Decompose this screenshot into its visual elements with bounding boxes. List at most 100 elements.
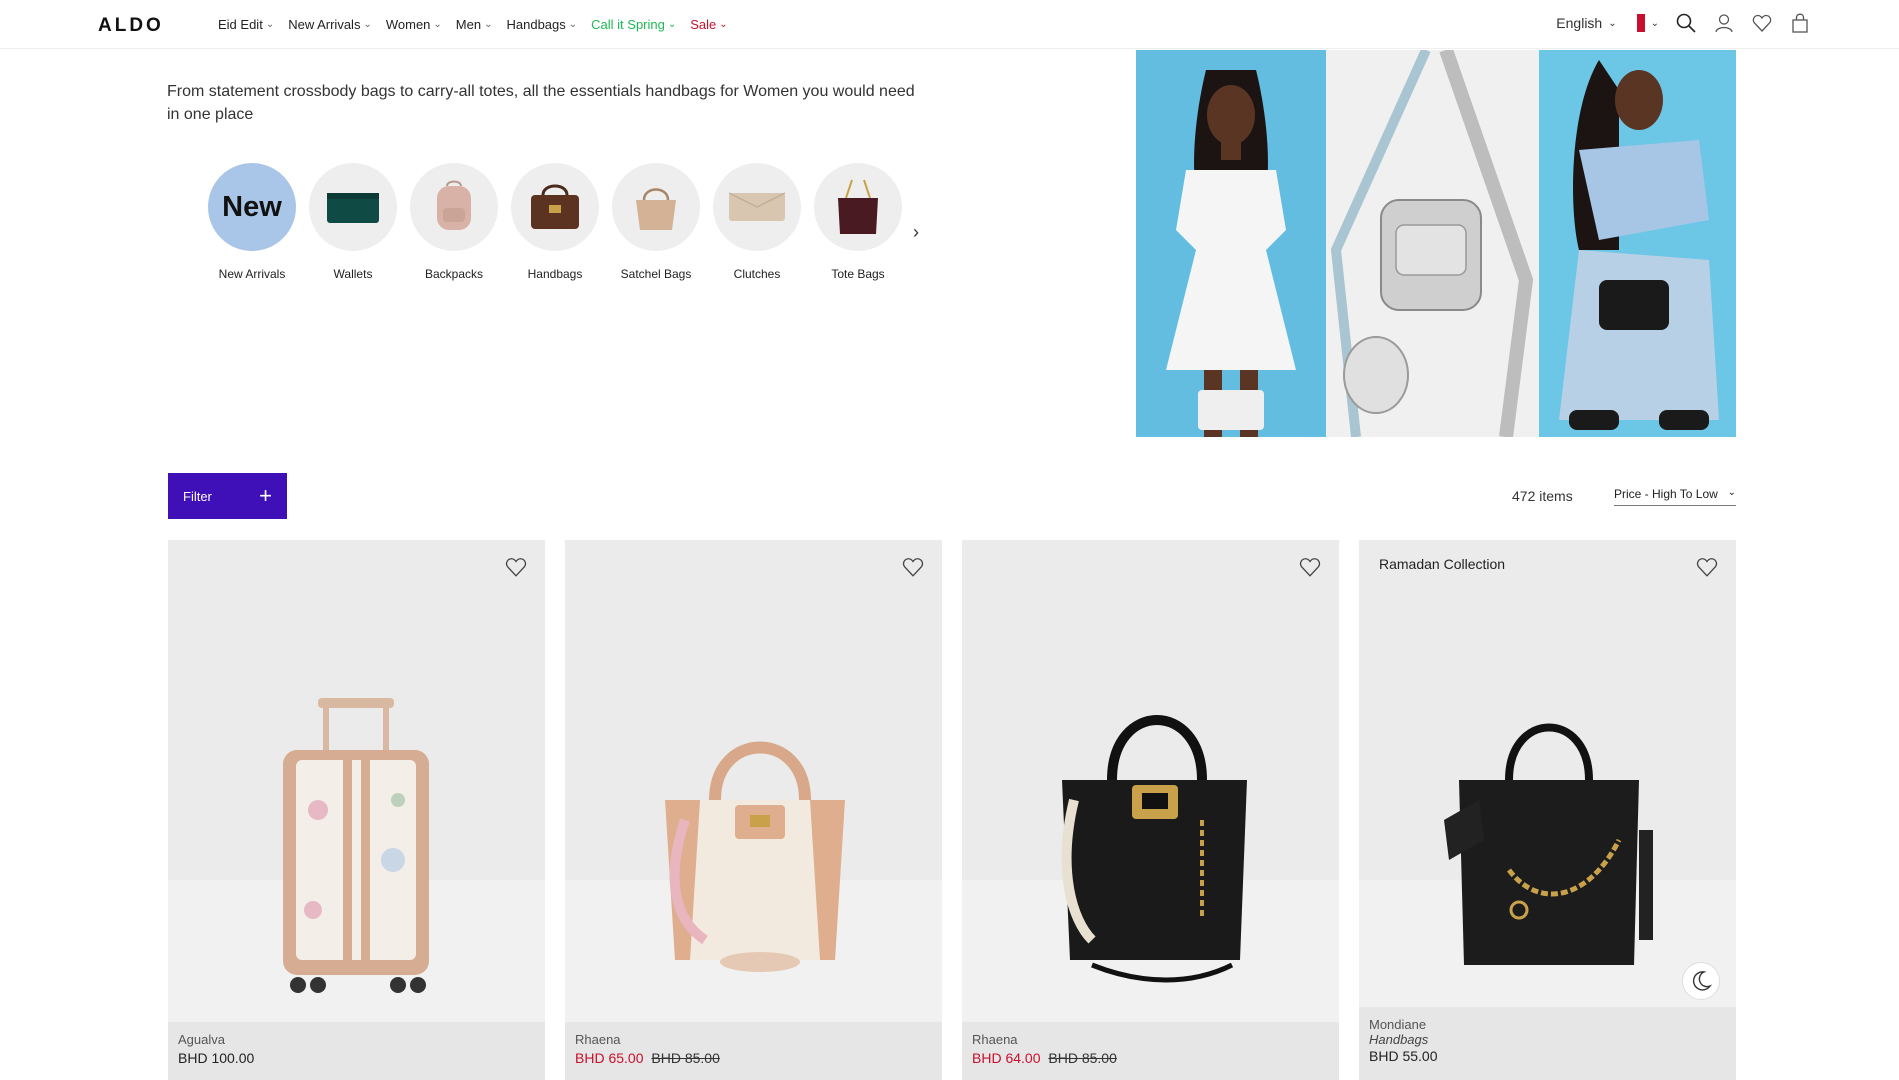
- filter-label: Filter: [183, 488, 212, 504]
- carousel-next-icon[interactable]: ›: [913, 222, 919, 243]
- product-info: Rhaena BHD 65.00 BHD 85.00: [565, 1022, 942, 1080]
- wishlist-heart-icon[interactable]: [1696, 556, 1718, 578]
- wishlist-heart-icon[interactable]: [505, 556, 527, 578]
- product-image-cream-handbag: [565, 580, 942, 1020]
- nav-label: Women: [385, 17, 431, 32]
- product-sale-price: BHD 65.00: [575, 1050, 644, 1066]
- product-prices: BHD 55.00: [1369, 1048, 1726, 1064]
- product-price: BHD 100.00: [178, 1050, 255, 1066]
- collection-badge: Ramadan Collection: [1379, 556, 1506, 572]
- aldo-logo[interactable]: ALDO: [98, 15, 164, 37]
- nav-new-arrivals[interactable]: New Arrivals ⌄: [288, 17, 372, 32]
- chevron-down-icon: ⌄: [667, 19, 677, 30]
- product-name[interactable]: Rhaena: [575, 1032, 932, 1047]
- product-name[interactable]: Rhaena: [972, 1032, 1329, 1047]
- category-backpacks[interactable]: Backpacks: [410, 163, 498, 281]
- wishlist-heart-icon[interactable]: [1299, 556, 1321, 578]
- hero-banner: [1136, 50, 1736, 437]
- chevron-down-icon: ⌄: [719, 19, 728, 30]
- hero-silver-bag-image: [1326, 50, 1539, 437]
- product-info: Mondiane Handbags BHD 55.00: [1359, 1007, 1736, 1080]
- chevron-down-icon: ⌄: [1650, 17, 1659, 29]
- tote-thumbnail: [814, 163, 902, 251]
- sort-label: Price - High To Low: [1614, 487, 1718, 501]
- chevron-down-icon: ⌄: [1727, 487, 1736, 498]
- wishlist-icon[interactable]: [1751, 12, 1773, 34]
- nav-label: Sale: [690, 17, 717, 32]
- category-label: Satchel Bags: [620, 267, 692, 281]
- product-sale-price: BHD 64.00: [972, 1050, 1041, 1066]
- product-info: Rhaena BHD 64.00 BHD 85.00: [962, 1022, 1339, 1080]
- product-image-black-handbag: [962, 580, 1339, 1020]
- category-thumb-new: New: [208, 163, 296, 251]
- product-name[interactable]: Agualva: [178, 1032, 535, 1047]
- site-header: ALDO Eid Edit ⌄ New Arrivals ⌄ Women ⌄ Men ⌄…: [0, 0, 1899, 49]
- wallet-thumbnail: [309, 163, 397, 251]
- product-prices: BHD 65.00 BHD 85.00: [575, 1050, 932, 1066]
- product-image-monogram-tote: [1359, 580, 1736, 1020]
- category-satchel-bags[interactable]: Satchel Bags: [612, 163, 700, 281]
- product-prices: BHD 100.00: [178, 1050, 535, 1066]
- bag-icon[interactable]: [1789, 12, 1811, 34]
- product-category: Handbags: [1369, 1032, 1429, 1047]
- category-tote-bags[interactable]: Tote Bags: [814, 163, 902, 281]
- product-card[interactable]: Rhaena BHD 65.00 BHD 85.00: [565, 540, 942, 1080]
- country-selector[interactable]: ⌄: [1632, 14, 1659, 32]
- product-name[interactable]: Mondiane: [1369, 1017, 1726, 1032]
- chevron-down-icon: ⌄: [433, 19, 442, 30]
- hero-model-white-dress-image: [1136, 50, 1326, 437]
- category-handbags[interactable]: Handbags: [511, 163, 599, 281]
- product-image-suitcase: [168, 580, 545, 1020]
- product-card[interactable]: Ramadan Collection Mondiane Handbags BHD…: [1359, 540, 1736, 1080]
- nav-handbags[interactable]: Handbags ⌄: [506, 17, 577, 32]
- clutch-thumbnail: [713, 163, 801, 251]
- item-count: 472 items: [1512, 488, 1573, 504]
- satchel-thumbnail: [612, 163, 700, 251]
- category-clutches[interactable]: Clutches: [713, 163, 801, 281]
- category-label: Backpacks: [424, 267, 484, 281]
- category-intro-text: From statement crossbody bags to carry-a…: [167, 83, 915, 123]
- category-new-arrivals[interactable]: New New Arrivals: [208, 163, 296, 281]
- nav-label: Eid Edit: [218, 17, 263, 32]
- chevron-down-icon: ⌄: [1608, 17, 1617, 29]
- header-utilities: English ⌄ ⌄: [1556, 12, 1811, 34]
- nav-label: Handbags: [506, 17, 566, 32]
- language-selector[interactable]: English ⌄: [1556, 15, 1616, 31]
- sort-dropdown[interactable]: Price - High To Low ⌄: [1614, 487, 1736, 506]
- chevron-down-icon: ⌄: [363, 19, 372, 30]
- category-label: Clutches: [733, 267, 781, 281]
- chevron-down-icon: ⌄: [484, 19, 493, 30]
- nav-call-it-spring[interactable]: Call it Spring ⌄: [591, 17, 676, 32]
- wishlist-heart-icon[interactable]: [902, 556, 924, 578]
- category-label: New Arrivals: [218, 267, 286, 281]
- nav-women[interactable]: Women ⌄: [386, 17, 442, 32]
- category-label: Handbags: [527, 267, 583, 281]
- category-label: Tote Bags: [831, 267, 885, 281]
- category-wallets[interactable]: Wallets: [309, 163, 397, 281]
- handbag-thumbnail: [511, 163, 599, 251]
- product-info: Agualva BHD 100.00: [168, 1022, 545, 1080]
- search-icon[interactable]: [1675, 12, 1697, 34]
- filter-button[interactable]: Filter +: [168, 473, 287, 519]
- language-label: English: [1556, 15, 1603, 31]
- hero-model-denim-image: [1539, 50, 1736, 437]
- crescent-moon-icon[interactable]: [1682, 962, 1720, 1000]
- bahrain-flag-icon: [1632, 14, 1645, 32]
- product-original-price: BHD 85.00: [651, 1050, 720, 1066]
- nav-eid-edit[interactable]: Eid Edit ⌄: [218, 17, 274, 32]
- nav-men[interactable]: Men ⌄: [456, 17, 493, 32]
- product-grid: Agualva BHD 100.00 Rhaena BHD 65.00 BHD …: [168, 540, 1736, 1080]
- nav-label: New Arrivals: [288, 17, 361, 32]
- chevron-down-icon: ⌄: [265, 19, 275, 30]
- product-original-price: BHD 85.00: [1048, 1050, 1117, 1066]
- product-card[interactable]: Agualva BHD 100.00: [168, 540, 545, 1080]
- account-icon[interactable]: [1713, 12, 1735, 34]
- product-card[interactable]: Rhaena BHD 64.00 BHD 85.00: [962, 540, 1339, 1080]
- nav-sale[interactable]: Sale ⌄: [690, 17, 727, 32]
- product-price: BHD 55.00: [1369, 1048, 1438, 1064]
- category-label: Wallets: [333, 267, 373, 281]
- chevron-down-icon: ⌄: [568, 19, 578, 30]
- product-prices: BHD 64.00 BHD 85.00: [972, 1050, 1329, 1066]
- plus-icon: +: [259, 483, 272, 508]
- main-nav: Eid Edit ⌄ New Arrivals ⌄ Women ⌄ Men ⌄ Hand…: [218, 17, 728, 32]
